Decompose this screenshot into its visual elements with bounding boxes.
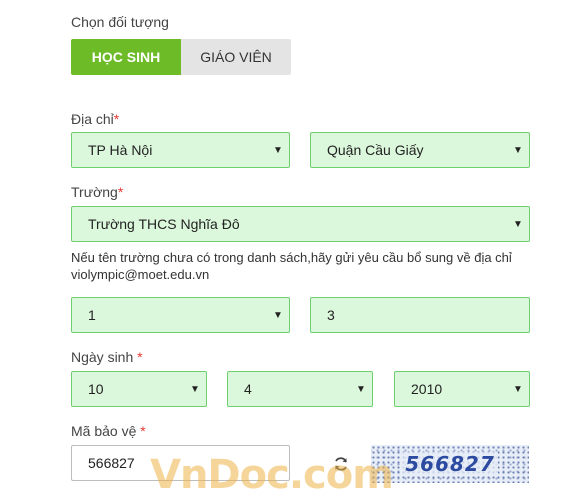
object-toggle: HỌC SINH GIÁO VIÊN <box>71 39 291 75</box>
captcha-input-value: 566827 <box>88 455 135 471</box>
district-value: Quận Cầu Giấy <box>327 142 424 158</box>
address-label: Địa chỉ* <box>71 111 119 127</box>
chevron-down-icon: ▼ <box>190 383 200 395</box>
birth-year-value: 2010 <box>411 381 443 397</box>
captcha-image-text: 566827 <box>402 452 498 476</box>
class-value: 3 <box>327 307 335 323</box>
class-input[interactable]: 3 <box>310 297 530 333</box>
school-label: Trường* <box>71 184 123 200</box>
district-select[interactable]: Quận Cầu Giấy ▼ <box>310 132 530 168</box>
refresh-icon[interactable] <box>331 454 351 474</box>
birth-month-value: 4 <box>244 381 252 397</box>
birth-year-select[interactable]: 2010 ▼ <box>394 371 530 407</box>
birthday-label-text: Ngày sinh <box>71 349 134 365</box>
school-label-text: Trường <box>71 184 118 200</box>
birthday-label: Ngày sinh * <box>71 349 143 365</box>
chevron-down-icon: ▼ <box>513 144 523 156</box>
chevron-down-icon: ▼ <box>273 309 283 321</box>
captcha-label-text: Mã bảo vệ <box>71 423 137 439</box>
required-mark: * <box>117 184 124 200</box>
school-note: Nếu tên trường chưa có trong danh sách,h… <box>71 250 512 282</box>
required-mark: * <box>137 349 143 365</box>
captcha-image: 566827 <box>371 445 529 483</box>
captcha-input[interactable]: 566827 <box>71 445 290 481</box>
address-label-text: Địa chỉ <box>71 111 114 127</box>
grade-select[interactable]: 1 ▼ <box>71 297 290 333</box>
captcha-label: Mã bảo vệ * <box>71 423 146 439</box>
teacher-option-button[interactable]: GIÁO VIÊN <box>181 39 291 75</box>
chevron-down-icon: ▼ <box>273 144 283 156</box>
chevron-down-icon: ▼ <box>513 218 523 230</box>
province-select[interactable]: TP Hà Nội ▼ <box>71 132 290 168</box>
province-value: TP Hà Nội <box>88 142 153 158</box>
required-mark: * <box>113 111 120 127</box>
birth-month-select[interactable]: 4 ▼ <box>227 371 373 407</box>
school-value: Trường THCS Nghĩa Đô <box>88 216 240 232</box>
object-label: Chọn đối tượng <box>71 14 169 30</box>
grade-value: 1 <box>88 307 96 323</box>
required-mark: * <box>140 423 146 439</box>
school-select[interactable]: Trường THCS Nghĩa Đô ▼ <box>71 206 530 242</box>
birth-day-value: 10 <box>88 381 104 397</box>
birth-day-select[interactable]: 10 ▼ <box>71 371 207 407</box>
chevron-down-icon: ▼ <box>356 383 366 395</box>
chevron-down-icon: ▼ <box>513 383 523 395</box>
student-option-button[interactable]: HỌC SINH <box>71 39 181 75</box>
